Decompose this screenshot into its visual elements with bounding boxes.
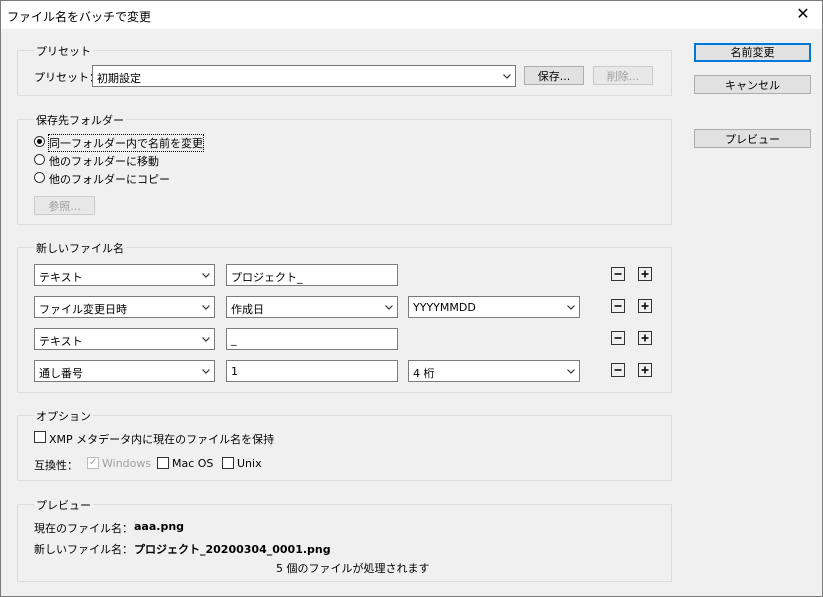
plus-icon[interactable] xyxy=(638,267,652,281)
preset-dropdown[interactable]: 初期設定 xyxy=(92,65,516,87)
options-group: オプション xyxy=(17,408,672,481)
batch-rename-dialog: ファイル名をバッチで変更 ✕ 名前変更 キャンセル プレビュー プリセット プリ… xyxy=(0,0,823,597)
radio-label: 同一フォルダー内で名前を変更 xyxy=(48,134,204,152)
close-button[interactable]: ✕ xyxy=(792,4,814,26)
dropdown-value: 通し番号 xyxy=(39,367,83,380)
compat-label: 互換性： xyxy=(34,459,78,472)
chevron-down-icon xyxy=(202,303,210,311)
minus-icon[interactable] xyxy=(611,363,625,377)
radio-button[interactable] xyxy=(34,136,45,147)
cancel-button[interactable]: キャンセル xyxy=(694,75,811,94)
radio-button[interactable] xyxy=(34,172,45,183)
unix-label: Unix xyxy=(237,457,262,470)
dropdown-value: テキスト xyxy=(39,335,83,348)
preview-group-label: プレビュー xyxy=(34,497,93,513)
input-value: 1 xyxy=(231,365,238,378)
plus-icon[interactable] xyxy=(638,363,652,377)
new-filename-group-label: 新しいファイル名 xyxy=(34,240,126,256)
destination-group-label: 保存先フォルダー xyxy=(34,112,126,128)
radio-button[interactable] xyxy=(34,154,45,165)
new-filename-label: 新しいファイル名： xyxy=(34,543,133,556)
title-bar: ファイル名をバッチで変更 ✕ xyxy=(1,1,822,29)
rename-button[interactable]: 名前変更 xyxy=(694,43,811,62)
input-value: プロジェクト_ xyxy=(231,271,303,284)
minus-icon[interactable] xyxy=(611,267,625,281)
current-filename-label: 現在のファイル名： xyxy=(34,522,133,535)
name-part-type-dropdown[interactable]: 通し番号 xyxy=(34,360,215,382)
name-part-text-input[interactable]: _ xyxy=(226,328,398,350)
preset-field-label: プリセット： xyxy=(34,71,100,84)
macos-label: Mac OS xyxy=(172,457,214,470)
name-part-type-dropdown[interactable]: テキスト xyxy=(34,264,215,286)
dropdown-value: テキスト xyxy=(39,271,83,284)
windows-checkbox[interactable]: ✓ xyxy=(87,457,99,469)
sequence-start-input[interactable]: 1 xyxy=(226,360,398,382)
save-preset-button[interactable]: 保存... xyxy=(524,66,584,85)
options-group-label: オプション xyxy=(34,408,93,424)
xmp-label: XMP メタデータ内に現在のファイル名を保持 xyxy=(49,433,275,446)
radio-label: 他のフォルダーに移動 xyxy=(49,155,159,168)
preset-value: 初期設定 xyxy=(97,72,141,85)
chevron-down-icon xyxy=(567,367,575,375)
checkmark-icon: ✓ xyxy=(89,457,98,468)
name-part-text-input[interactable]: プロジェクト_ xyxy=(226,264,398,286)
sequence-digits-dropdown[interactable]: 4 桁 xyxy=(408,360,580,382)
macos-checkbox[interactable] xyxy=(157,457,169,469)
current-filename-value: aaa.png xyxy=(134,520,185,533)
dropdown-value: YYYYMMDD xyxy=(413,301,476,314)
plus-icon[interactable] xyxy=(638,331,652,345)
windows-label: Windows xyxy=(102,457,152,470)
dropdown-value: 作成日 xyxy=(231,303,264,316)
preset-group-label: プリセット xyxy=(34,43,93,59)
minus-icon[interactable] xyxy=(611,299,625,313)
dropdown-value: 4 桁 xyxy=(413,367,435,380)
unix-checkbox[interactable] xyxy=(222,457,234,469)
date-format-dropdown[interactable]: YYYYMMDD xyxy=(408,296,580,318)
minus-icon[interactable] xyxy=(611,331,625,345)
chevron-down-icon xyxy=(202,367,210,375)
chevron-down-icon xyxy=(202,271,210,279)
input-value: _ xyxy=(231,333,237,346)
chevron-down-icon xyxy=(503,72,511,80)
name-part-type-dropdown[interactable]: テキスト xyxy=(34,328,215,350)
date-source-dropdown[interactable]: 作成日 xyxy=(226,296,398,318)
dropdown-value: ファイル変更日時 xyxy=(39,303,127,316)
file-count-text: 5 個のファイルが処理されます xyxy=(276,562,430,575)
delete-preset-button[interactable]: 削除... xyxy=(593,66,653,85)
browse-button[interactable]: 参照... xyxy=(34,196,95,215)
plus-icon[interactable] xyxy=(638,299,652,313)
radio-label: 他のフォルダーにコピー xyxy=(49,173,170,186)
xmp-checkbox[interactable] xyxy=(34,431,46,443)
window-title: ファイル名をバッチで変更 xyxy=(7,10,152,24)
preview-button[interactable]: プレビュー xyxy=(694,129,811,148)
chevron-down-icon xyxy=(202,335,210,343)
chevron-down-icon xyxy=(385,303,393,311)
name-part-type-dropdown[interactable]: ファイル変更日時 xyxy=(34,296,215,318)
new-filename-value: プロジェクト_20200304_0001.png xyxy=(134,543,331,556)
chevron-down-icon xyxy=(567,303,575,311)
